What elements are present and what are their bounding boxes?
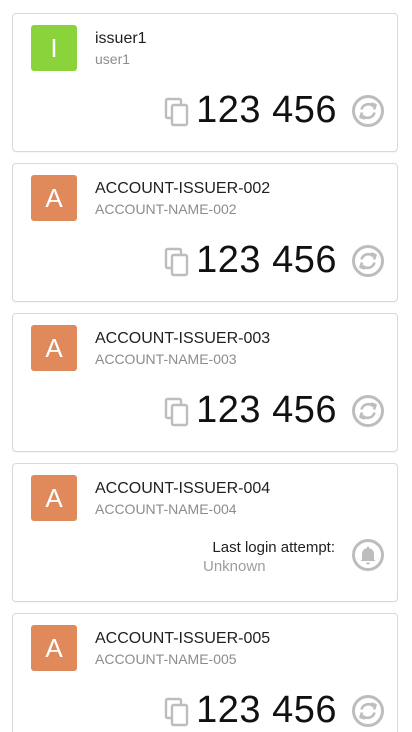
otp-code: 123 456 [196, 89, 337, 131]
last-login-label: Last login attempt: [212, 539, 335, 556]
copy-icon[interactable] [163, 246, 191, 278]
refresh-icon[interactable] [351, 94, 385, 128]
account-avatar: A [31, 175, 77, 221]
account-issuer: ACCOUNT-ISSUER-003 [95, 330, 271, 347]
account-issuer: ACCOUNT-ISSUER-002 [95, 180, 271, 197]
account-card-4[interactable]: A ACCOUNT-ISSUER-004 ACCOUNT-NAME-004 La… [12, 463, 398, 602]
refresh-icon[interactable] [351, 394, 385, 428]
refresh-icon[interactable] [351, 244, 385, 278]
account-name: ACCOUNT-NAME-002 [95, 201, 237, 217]
refresh-icon[interactable] [351, 694, 385, 728]
account-avatar: A [31, 475, 77, 521]
account-issuer: ACCOUNT-ISSUER-005 [95, 630, 271, 647]
account-name: user1 [95, 51, 131, 67]
account-card-1[interactable]: I issuer1 user1 123 456 [12, 13, 398, 152]
copy-icon[interactable] [163, 696, 191, 728]
copy-icon[interactable] [163, 396, 191, 428]
otp-code: 123 456 [196, 389, 337, 431]
account-name: ACCOUNT-NAME-003 [95, 351, 237, 367]
otp-code: 123 456 [196, 689, 337, 731]
account-avatar: A [31, 625, 77, 671]
account-issuer: issuer1 [95, 30, 147, 47]
bell-icon[interactable] [351, 538, 385, 572]
account-card-2[interactable]: A ACCOUNT-ISSUER-002 ACCOUNT-NAME-002 12… [12, 163, 398, 302]
account-list[interactable]: I issuer1 user1 123 456 A ACCOUNT-ISSUER… [0, 0, 412, 732]
account-card-5[interactable]: A ACCOUNT-ISSUER-005 ACCOUNT-NAME-005 12… [12, 613, 398, 732]
account-avatar: A [31, 325, 77, 371]
otp-code: 123 456 [196, 239, 337, 281]
copy-icon[interactable] [163, 96, 191, 128]
account-avatar: I [31, 25, 77, 71]
last-login-value: Unknown [203, 558, 266, 575]
account-issuer: ACCOUNT-ISSUER-004 [95, 480, 271, 497]
account-name: ACCOUNT-NAME-004 [95, 501, 237, 517]
account-card-3[interactable]: A ACCOUNT-ISSUER-003 ACCOUNT-NAME-003 12… [12, 313, 398, 452]
account-name: ACCOUNT-NAME-005 [95, 651, 237, 667]
